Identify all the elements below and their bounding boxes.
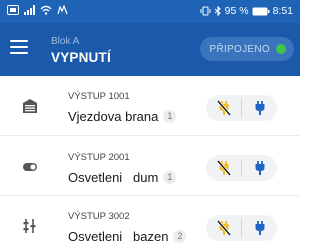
bluetooth-icon [214,6,222,16]
turn-off-button[interactable] [206,155,241,181]
output-name-text: Osvetleni bazen [68,229,169,244]
signal-icon [24,5,35,15]
output-name: Vjezdova brana 1 [68,109,177,124]
output-name: Osvetleni bazen 2 [68,229,187,244]
sliders-icon [22,218,38,234]
battery-percent: 95 % [224,5,249,17]
output-count-badge: 1 [163,171,177,184]
sim-card-icon [7,5,19,15]
output-category: VÝSTUP 3002 [68,211,130,222]
status-bar: 95 % 8:51 [0,0,300,23]
output-category: VÝSTUP 2001 [68,152,130,163]
output-row: VÝSTUP 1001 Vjezdova brana 1 [0,76,300,134]
connection-status-label: PŘIPOJENO [209,43,270,55]
output-category: VÝSTUP 1001 [68,91,130,102]
page-subtitle: Blok A [51,36,80,47]
clock: 8:51 [272,5,293,17]
battery-icon [252,7,270,16]
turn-on-button[interactable] [242,95,277,121]
power-off-icon [216,100,231,116]
turn-off-button[interactable] [206,95,241,121]
hamburger-menu-icon[interactable] [10,40,28,58]
output-action-group [206,215,277,241]
notification-icon [57,5,68,15]
output-name-text: Osvetleni dum [68,170,159,185]
wifi-icon [40,5,52,15]
output-name-text: Vjezdova brana [68,109,159,124]
power-off-icon [216,220,231,236]
power-plug-icon [255,161,264,175]
power-off-icon [216,160,231,176]
output-name: Osvetleni dum 1 [68,170,177,185]
output-row: VÝSTUP 2001 Osvetleni dum 1 [0,136,300,194]
connection-status-badge: PŘIPOJENO [199,37,294,61]
turn-on-button[interactable] [242,155,277,181]
turn-on-button[interactable] [242,215,277,241]
output-row: VÝSTUP 3002 Osvetleni bazen 2 [0,196,300,252]
vibrate-icon [200,6,211,16]
power-plug-icon [255,101,264,115]
output-count-badge: 2 [173,230,187,243]
output-action-group [206,95,277,121]
page-title: VYPNUTÍ [51,50,111,65]
power-plug-icon [255,221,264,235]
turn-off-button[interactable] [206,215,241,241]
toggle-switch-icon [22,159,38,175]
output-count-badge: 1 [163,110,177,123]
gate-icon [22,98,38,114]
app-bar: Blok A VYPNUTÍ PŘIPOJENO [0,23,300,76]
output-action-group [206,155,277,181]
connection-status-dot [276,44,286,54]
